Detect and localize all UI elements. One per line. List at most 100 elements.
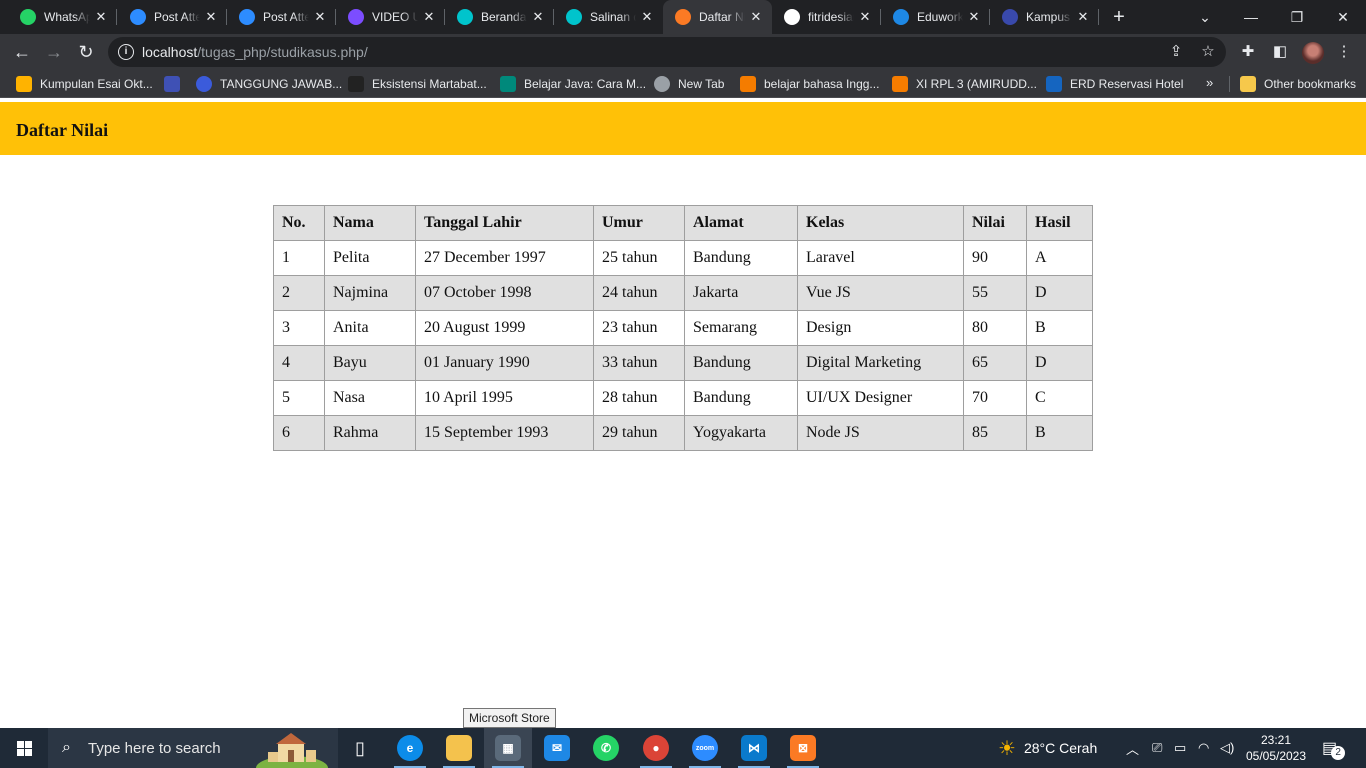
java-icon — [500, 76, 516, 92]
column-header: Nilai — [963, 205, 1027, 241]
whatsapp-icon — [20, 9, 36, 25]
other-bookmarks[interactable]: Other bookmarks — [1240, 75, 1356, 93]
tab-search-icon[interactable]: ⌄ — [1182, 0, 1228, 34]
whatsapp-icon: ✆ — [593, 735, 619, 761]
close-window-button[interactable]: ✕ — [1320, 0, 1366, 34]
bookmarks-divider — [1229, 76, 1230, 92]
web-page: Daftar Nilai No. Nama Tanggal Lahir Umur Ala… — [0, 98, 1366, 728]
back-button[interactable]: ← — [10, 40, 34, 64]
restore-button[interactable]: ❐ — [1274, 0, 1320, 34]
taskbar-app[interactable]: zoom — [681, 728, 729, 768]
video-icon — [348, 9, 364, 25]
wifi-icon[interactable]: ◠ — [1198, 728, 1209, 768]
battery-icon[interactable]: ▭ — [1174, 728, 1186, 768]
table-cell: 15 September 1993 — [415, 415, 594, 451]
browser-tab[interactable]: Kampus Merdeka✕ — [990, 0, 1099, 34]
taskbar-app[interactable]: e — [386, 728, 434, 768]
site-info-icon[interactable]: i — [118, 44, 134, 60]
table-cell: 5 — [273, 380, 325, 416]
tab-close-icon[interactable]: ✕ — [857, 9, 873, 25]
taskbar-app[interactable]: ✆ — [582, 728, 630, 768]
bookmark-label: ERD Reservasi Hotel — [1070, 77, 1184, 91]
url-text[interactable]: localhost/tugas_php/studikasus.php/ — [142, 44, 368, 60]
bookmark-item[interactable]: Kumpulan Esai Okt... — [16, 75, 153, 93]
notification-center-icon[interactable]: ▤ 2 — [1322, 728, 1346, 768]
github-icon — [784, 9, 800, 25]
browser-tab[interactable]: fitridesiana✕ — [772, 0, 881, 34]
tab-title: VIDEO UPLOAD — [372, 10, 418, 24]
bookmark-item[interactable]: ERD Reservasi Hotel — [1046, 75, 1183, 93]
table-cell: Najmina — [324, 275, 416, 311]
bookmark-item[interactable]: New Tab — [654, 75, 724, 93]
more-bookmarks-chevron-icon[interactable]: » — [1206, 75, 1213, 90]
table-cell: C — [1026, 380, 1093, 416]
side-panel-icon[interactable]: ◧ — [1270, 42, 1290, 62]
browser-tab[interactable]: Post Attendance✕ — [227, 0, 336, 34]
share-icon[interactable]: ⇪ — [1166, 42, 1186, 62]
table-row: 3 Anita 20 August 1999 23 tahun Semarang Desi… — [273, 310, 1093, 346]
bookmark-item[interactable]: Eksistensi Martabat... — [348, 75, 487, 93]
extensions-icon[interactable]: ✚ — [1238, 42, 1258, 62]
tab-close-icon[interactable]: ✕ — [639, 9, 655, 25]
table-cell: Bandung — [684, 380, 798, 416]
taskbar-app[interactable] — [435, 728, 483, 768]
tab-close-icon[interactable]: ✕ — [203, 9, 219, 25]
taskbar-app[interactable]: ▦ — [484, 728, 532, 768]
tab-close-icon[interactable]: ✕ — [93, 9, 109, 25]
tab-close-icon[interactable]: ✕ — [312, 9, 328, 25]
bookmark-item[interactable]: XI RPL 3 (AMIRUDD... — [892, 75, 1037, 93]
bookmark-item[interactable] — [164, 75, 188, 93]
table-cell: Yogyakarta — [684, 415, 798, 451]
minimize-button[interactable]: — — [1228, 0, 1274, 34]
bookmark-item[interactable]: TANGGUNG JAWAB... — [196, 75, 342, 93]
table-cell: Digital Marketing — [797, 345, 964, 381]
meet-now-icon[interactable]: ⎚ — [1152, 728, 1162, 768]
browser-tab[interactable]: Daftar Nilai✕ — [663, 0, 772, 34]
browser-tab[interactable]: Salinan dari✕ — [554, 0, 663, 34]
clock-date: 05/05/2023 — [1245, 749, 1307, 763]
bookmark-star-icon[interactable]: ☆ — [1198, 42, 1218, 62]
browser-tab[interactable]: WhatsApp✕ — [8, 0, 117, 34]
taskbar-app[interactable]: ▯ — [336, 728, 384, 768]
taskbar-search[interactable]: ⌕ Type here to search — [48, 728, 338, 768]
xampp-icon: ⊠ — [790, 735, 816, 761]
new-tab-button[interactable]: + — [1108, 6, 1130, 28]
clock[interactable]: 23:21 05/05/2023 — [1246, 728, 1306, 768]
tab-close-icon[interactable]: ✕ — [1075, 9, 1091, 25]
tab-title: Post Attendance — [263, 10, 309, 24]
taskbar-app[interactable]: ✉ — [533, 728, 581, 768]
tab-separator — [1098, 9, 1099, 25]
taskbar-app[interactable]: ● — [632, 728, 680, 768]
start-button[interactable] — [0, 728, 48, 768]
menu-kebab-icon[interactable]: ⋮ — [1334, 42, 1354, 62]
taskbar-app[interactable]: ⋈ — [730, 728, 778, 768]
table-cell: 3 — [273, 310, 325, 346]
reload-button[interactable]: ↻ — [74, 40, 98, 64]
tab-close-icon[interactable]: ✕ — [748, 9, 764, 25]
bookmark-item[interactable]: Belajar Java: Cara M... — [500, 75, 646, 93]
eduwork-icon — [893, 9, 909, 25]
task-view-icon: ▯ — [355, 737, 365, 758]
tab-close-icon[interactable]: ✕ — [966, 9, 982, 25]
profile-avatar[interactable] — [1302, 42, 1324, 64]
browser-tab[interactable]: VIDEO UPLOAD✕ — [336, 0, 445, 34]
weather-widget[interactable]: ☀ 28°C Cerah — [998, 728, 1097, 768]
globe-ring-icon — [196, 76, 212, 92]
forward-button[interactable]: → — [42, 40, 66, 64]
tab-close-icon[interactable]: ✕ — [530, 9, 546, 25]
address-bar[interactable]: i localhost/tugas_php/studikasus.php/ ⇪ … — [108, 37, 1226, 67]
bookmark-label: XI RPL 3 (AMIRUDD... — [916, 77, 1037, 91]
bookmark-item[interactable]: belajar bahasa Ingg... — [740, 75, 879, 93]
folder-icon — [1240, 76, 1256, 92]
volume-icon[interactable]: ◁) — [1220, 728, 1234, 768]
browser-tab[interactable]: Eduwork ✕ — [881, 0, 990, 34]
column-header: Umur — [593, 205, 685, 241]
tab-close-icon[interactable]: ✕ — [421, 9, 437, 25]
table-cell: Jakarta — [684, 275, 798, 311]
browser-tab[interactable]: Post Attendance✕ — [118, 0, 227, 34]
tray-chevron-icon[interactable]: ︿ — [1126, 728, 1139, 768]
windows-taskbar: ⌕ Type here to search ☀ 28°C Cerah ︿ ⎚ ▭… — [0, 728, 1366, 768]
browser-tab[interactable]: Beranda ✕ — [445, 0, 554, 34]
taskbar-app[interactable]: ⊠ — [779, 728, 827, 768]
table-row: 2 Najmina 07 October 1998 24 tahun Jakarta Vu… — [273, 275, 1093, 311]
